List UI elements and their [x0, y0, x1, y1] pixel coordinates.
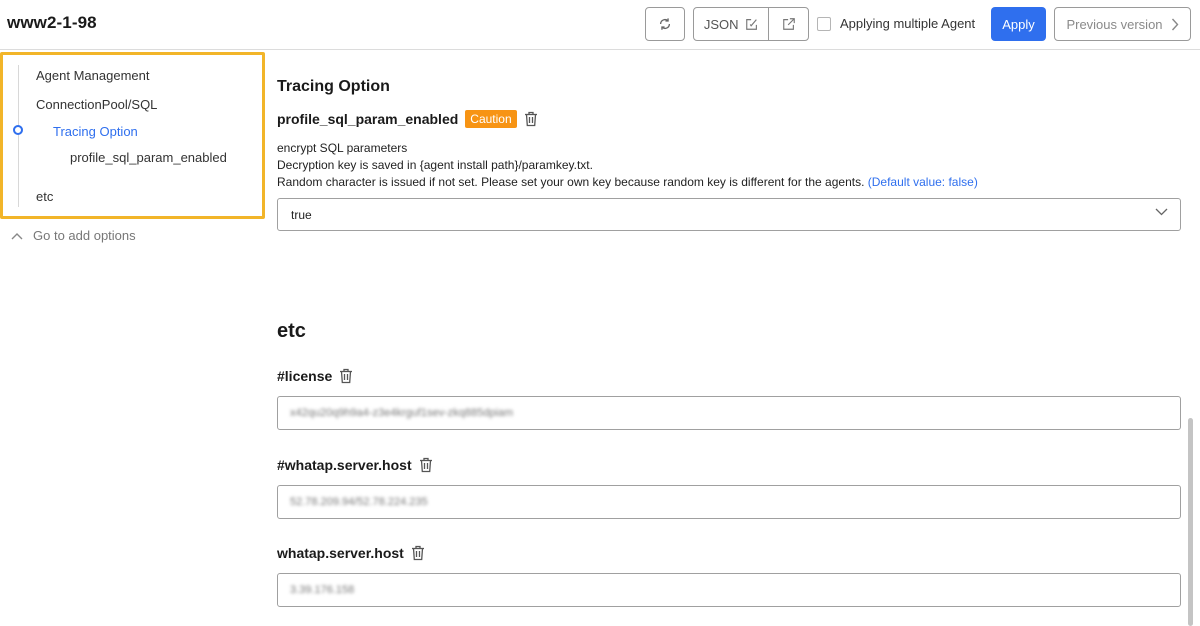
multi-agent-toggle[interactable]: Applying multiple Agent	[817, 16, 975, 31]
page-title: www2-1-98	[7, 13, 97, 32]
option-value-select[interactable]: true	[277, 198, 1181, 231]
chevron-right-icon	[1171, 18, 1178, 30]
field-label: #license	[277, 368, 333, 384]
commented-server-host-input[interactable]: 52.78.209.94/52.78.224.235	[277, 485, 1181, 519]
nav-item-connectionpool-sql[interactable]: ConnectionPool/SQL	[36, 97, 157, 112]
option-header: profile_sql_param_enabled Caution	[277, 110, 538, 128]
open-external-button[interactable]	[769, 8, 808, 40]
go-to-add-options-link[interactable]: Go to add options	[11, 228, 136, 243]
delete-field-button[interactable]	[339, 368, 353, 384]
field-value: x42qu20q9h9a4-z3e4krguf1sev-zkq885dpiam	[290, 407, 514, 419]
chevron-down-icon	[1155, 208, 1168, 216]
option-name: profile_sql_param_enabled	[277, 111, 459, 127]
refresh-button[interactable]	[645, 7, 685, 41]
json-button-group: JSON	[693, 7, 809, 41]
go-to-add-options-label: Go to add options	[33, 228, 136, 243]
field-header: whatap.server.host	[277, 545, 425, 561]
default-value: (Default value: false)	[867, 175, 978, 189]
option-description: encrypt SQL parameters Decryption key is…	[277, 140, 978, 191]
scrollbar[interactable]	[1188, 418, 1193, 626]
description-line: encrypt SQL parameters	[277, 141, 408, 155]
multi-agent-checkbox[interactable]	[817, 16, 831, 31]
field-value: 3.39.176.158	[290, 584, 355, 596]
nav-item-agent-management[interactable]: Agent Management	[36, 68, 149, 83]
section-title-etc: etc	[277, 320, 306, 342]
option-navigator: Agent Management ConnectionPool/SQL Trac…	[0, 52, 265, 219]
trash-icon	[419, 457, 432, 473]
field-value: 52.78.209.94/52.78.224.235	[290, 496, 428, 508]
section-title-tracing-option: Tracing Option	[277, 78, 390, 95]
description-line: Random character is issued if not set. P…	[277, 174, 978, 191]
selected-value: true	[291, 207, 312, 222]
refresh-icon	[659, 18, 671, 30]
field-header: #whatap.server.host	[277, 457, 433, 473]
top-bar: www2-1-98 JSON Applying multiple Agent A…	[0, 0, 1200, 50]
json-label: JSON	[703, 16, 739, 32]
delete-field-button[interactable]	[411, 545, 425, 561]
trash-icon	[340, 368, 353, 384]
field-label: #whatap.server.host	[277, 457, 412, 473]
field-header: #license	[277, 368, 353, 384]
nav-item-etc[interactable]: etc	[36, 189, 53, 204]
json-edit-button[interactable]: JSON	[694, 8, 770, 40]
tree-line	[18, 65, 19, 207]
server-host-input[interactable]: 3.39.176.158	[277, 573, 1181, 607]
previous-version-button[interactable]: Previous version	[1054, 7, 1191, 41]
multi-agent-label: Applying multiple Agent	[840, 16, 976, 31]
caution-badge: Caution	[465, 110, 517, 128]
trash-icon	[524, 111, 537, 127]
field-label: whatap.server.host	[277, 545, 404, 561]
external-link-icon	[782, 18, 795, 30]
nav-item-tracing-option[interactable]: Tracing Option	[53, 124, 138, 139]
description-line: Decryption key is saved in {agent instal…	[277, 158, 593, 172]
license-input[interactable]: x42qu20q9h9a4-z3e4krguf1sev-zkq885dpiam	[277, 396, 1181, 430]
trash-icon	[411, 545, 424, 561]
description-text: Random character is issued if not set. P…	[277, 175, 865, 189]
active-indicator-dot	[13, 125, 23, 135]
edit-icon	[745, 19, 757, 30]
apply-button[interactable]: Apply	[991, 7, 1046, 41]
delete-option-button[interactable]	[524, 111, 538, 127]
chevron-up-icon	[11, 232, 23, 239]
nav-item-profile-sql-param-enabled[interactable]: profile_sql_param_enabled	[70, 150, 227, 165]
previous-version-label: Previous version	[1066, 16, 1163, 32]
delete-field-button[interactable]	[419, 457, 433, 473]
